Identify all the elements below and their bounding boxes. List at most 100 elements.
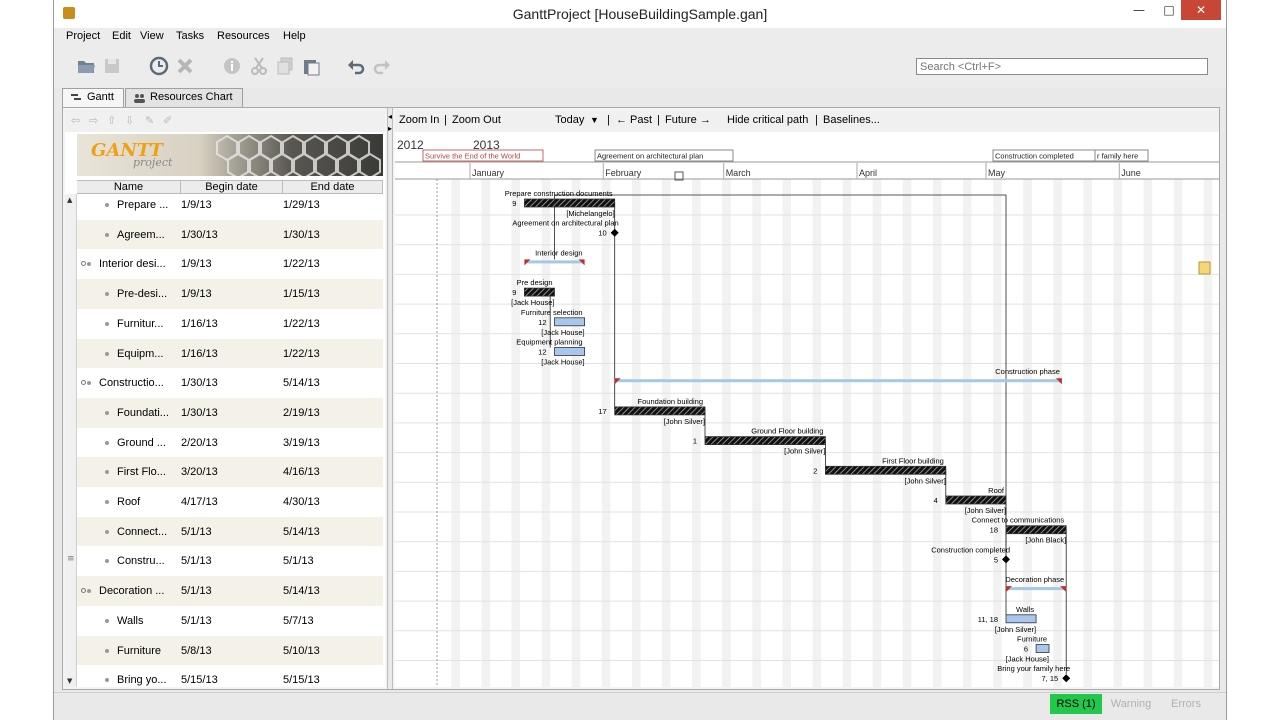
note-icon[interactable] — [1198, 261, 1211, 275]
table-row[interactable]: Walls 5/1/13 5/7/13 — [77, 606, 383, 636]
table-row[interactable]: Decoration ... 5/1/13 5/14/13 — [77, 576, 383, 606]
task-bar[interactable] — [554, 317, 586, 327]
gantt-icon — [71, 94, 81, 100]
expand-right-icon[interactable]: ▸ — [388, 124, 392, 133]
expand-toggle-icon[interactable] — [81, 588, 86, 594]
rss-status[interactable]: RSS (1) — [1050, 694, 1102, 714]
info-icon[interactable] — [222, 56, 242, 76]
expand-toggle-icon[interactable] — [81, 261, 86, 267]
move-down-icon[interactable]: ⇩ — [125, 114, 137, 127]
milestone-diamond[interactable] — [1062, 674, 1071, 683]
weekend-stripe — [662, 179, 671, 687]
menu-tasks[interactable]: Tasks — [176, 30, 204, 42]
table-row[interactable]: Agreem... 1/30/13 1/30/13 — [77, 219, 383, 250]
table-row[interactable]: Equipm... 1/16/13 1/22/13 — [77, 338, 383, 369]
undo-icon[interactable] — [346, 56, 366, 76]
warning-status[interactable]: Warning — [1104, 694, 1158, 714]
table-row[interactable]: Ground ... 2/20/13 3/19/13 — [77, 428, 383, 458]
future-button[interactable]: Future → — [665, 114, 711, 126]
column-begin-date[interactable]: Begin date — [181, 181, 283, 194]
open-icon[interactable] — [76, 56, 96, 76]
maximize-button[interactable]: □ — [1156, 0, 1182, 20]
table-row[interactable]: Bring yo... 5/15/13 5/15/13 — [77, 665, 383, 687]
column-name[interactable]: Name — [77, 181, 181, 194]
table-row[interactable]: Constru... 5/1/13 5/1/13 — [77, 546, 383, 576]
table-row[interactable]: First Flo... 3/20/13 4/16/13 — [77, 457, 383, 487]
task-bar[interactable] — [1005, 525, 1067, 535]
search-input[interactable] — [916, 58, 1208, 75]
tab-resources-chart[interactable]: Resources Chart — [125, 88, 243, 107]
task-bar[interactable] — [554, 347, 586, 356]
menu-view[interactable]: View — [140, 30, 164, 42]
task-bar[interactable] — [945, 495, 1007, 505]
column-end-date[interactable]: End date — [283, 181, 383, 194]
link-icon[interactable]: ✎ — [145, 114, 157, 127]
baselines-button[interactable]: Baselines... — [823, 114, 880, 126]
delete-icon[interactable] — [175, 56, 195, 76]
table-row[interactable]: Connect... 5/1/13 5/14/13 — [77, 516, 383, 547]
hide-critical-path-button[interactable]: Hide critical path — [727, 114, 808, 126]
zoom-out-button[interactable]: Zoom Out — [452, 114, 501, 126]
scroll-grip-icon[interactable]: ≡ — [67, 554, 75, 564]
task-bar[interactable] — [523, 198, 616, 208]
move-up-icon[interactable]: ⇧ — [107, 114, 119, 127]
table-row[interactable]: Constructio... 1/30/13 5/14/13 — [77, 368, 383, 398]
table-row[interactable]: Prepare ... 1/9/13 1/29/13 — [77, 194, 383, 220]
task-bar[interactable] — [824, 465, 947, 475]
task-bar-label: Prepare construction documents — [505, 189, 613, 198]
expand-toggle-icon[interactable] — [81, 380, 86, 386]
today-dropdown-icon[interactable]: ▼ — [590, 115, 599, 125]
table-row[interactable]: Foundati... 1/30/13 2/19/13 — [77, 397, 383, 428]
table-row[interactable]: Interior desi... 1/9/13 1/22/13 — [77, 249, 383, 279]
table-row[interactable]: Furnitur... 1/16/13 1/22/13 — [77, 309, 383, 339]
task-bar[interactable] — [523, 287, 555, 297]
menu-resources[interactable]: Resources — [217, 30, 270, 42]
clock-icon[interactable] — [149, 56, 169, 76]
task-bar[interactable] — [614, 406, 706, 416]
scroll-up-icon[interactable]: ▲ — [67, 196, 72, 204]
task-resource-label: [Jack House] — [511, 298, 554, 307]
scroll-down-icon[interactable]: ▼ — [67, 677, 72, 685]
save-icon[interactable] — [102, 56, 122, 76]
errors-status[interactable]: Errors — [1160, 694, 1212, 714]
gantt-canvas[interactable]: 2012 2013January February March April May June… — [395, 132, 1219, 687]
task-bar[interactable] — [1005, 614, 1037, 624]
milestone-diamond[interactable] — [1002, 555, 1010, 564]
indent-icon[interactable]: ⇨ — [89, 114, 101, 127]
summary-bar[interactable] — [1006, 587, 1067, 591]
zoom-in-button[interactable]: Zoom In — [399, 114, 439, 126]
task-end-date: 2/19/13 — [283, 406, 320, 419]
task-bar[interactable] — [1035, 644, 1050, 653]
task-tree-scrollbar[interactable]: ▲ ≡ ▼ — [65, 194, 77, 687]
split-pane-divider[interactable]: ◂ ▸ — [387, 108, 393, 689]
weekend-stripe — [451, 179, 460, 687]
copy-icon[interactable] — [275, 56, 295, 76]
outdent-icon[interactable]: ⇦ — [71, 114, 83, 127]
summary-bar[interactable] — [524, 260, 585, 264]
menu-project[interactable]: Project — [66, 30, 100, 42]
menu-help[interactable]: Help — [283, 30, 306, 42]
task-bar-number: 9 — [512, 199, 516, 208]
redo-icon[interactable] — [372, 56, 392, 76]
table-row[interactable]: Roof 4/17/13 4/30/13 — [77, 487, 383, 517]
task-bar[interactable] — [704, 436, 826, 446]
milestone-diamond[interactable] — [610, 228, 619, 237]
summary-bar[interactable] — [614, 379, 1062, 383]
close-button[interactable]: ✕ — [1181, 0, 1221, 20]
past-button[interactable]: ← Past — [616, 114, 652, 126]
table-row[interactable]: Pre-desi... 1/9/13 1/15/13 — [77, 279, 383, 309]
task-end-date: 5/14/13 — [283, 585, 320, 598]
tab-gantt[interactable]: Gantt — [62, 88, 124, 107]
task-bullet-icon — [105, 529, 109, 534]
paste-icon[interactable] — [301, 56, 321, 76]
task-begin-date: 1/9/13 — [181, 258, 212, 271]
menu-edit[interactable]: Edit — [112, 30, 131, 42]
unlink-icon[interactable]: ✐ — [163, 114, 175, 127]
task-end-date: 5/7/13 — [283, 614, 314, 627]
today-button[interactable]: Today — [555, 114, 584, 126]
minimize-button[interactable]: — — [1122, 0, 1156, 20]
cut-icon[interactable] — [249, 56, 269, 76]
table-row[interactable]: Furniture 5/8/13 5/10/13 — [77, 635, 383, 666]
collapse-left-icon[interactable]: ◂ — [388, 112, 392, 121]
month-label: May — [988, 168, 1006, 178]
